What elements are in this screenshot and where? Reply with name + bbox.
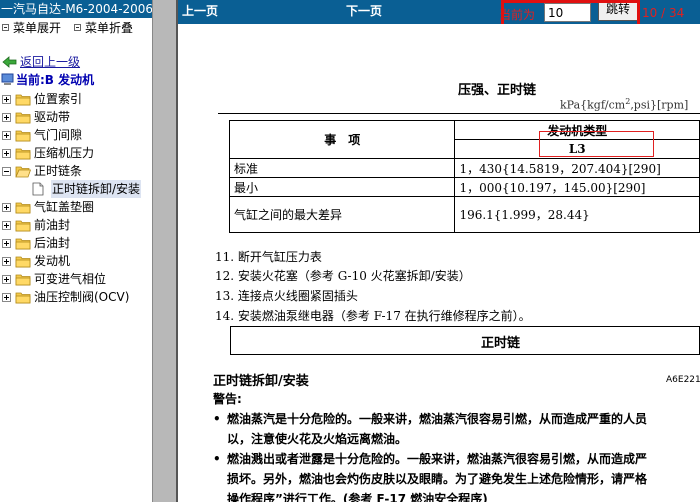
row-label: 标准 [228, 158, 456, 178]
folder-icon [15, 274, 31, 286]
row-value: 1，000{10.197，145.00}[290] [454, 177, 700, 197]
folder-icon [15, 94, 31, 106]
folder-icon [15, 292, 31, 304]
expand-toggle-icon[interactable] [2, 113, 11, 122]
warning-title: 警告: [213, 392, 242, 406]
document-page: 压强、正时链 kPa{kgf/cm2,psi}[rpm] 事 项 发动机类型 L… [178, 24, 700, 502]
folder-icon [15, 238, 31, 250]
tree-item-label: 可变进气相位 [34, 272, 107, 286]
expand-toggle-icon[interactable] [2, 293, 11, 302]
collapse-menu-label: 菜单折叠 [85, 21, 134, 35]
folder-icon [15, 220, 31, 232]
tree-item-label: 油压控制阀(OCV) [34, 290, 130, 304]
pane-title: 一汽马自达-M6-2004-2006 [0, 0, 152, 18]
table-row: 气缸之间的最大差异 196.1{1.999，28.44} [228, 196, 700, 233]
menu-toolbar: 菜单展开 菜单折叠 [0, 19, 152, 37]
collapse-menu-button[interactable]: 菜单折叠 [74, 19, 133, 37]
tree-item-label: 气门间隙 [34, 128, 83, 142]
folder-icon [15, 256, 31, 268]
step-item: 11. 断开气缸压力表 [215, 250, 322, 264]
back-link[interactable]: 返回上一级 [2, 54, 80, 70]
title-rule [218, 113, 700, 114]
step-item: 12. 安装火花塞（参考 G-10 火花塞拆卸/安装） [215, 269, 471, 283]
warning-line: • 燃油蒸汽是十分危险的。一般来讲，燃油蒸汽很容易引燃，从而造成严重的人员 [213, 410, 647, 427]
folder-icon [15, 130, 31, 142]
navigation-pane: 一汽马自达-M6-2004-2006 菜单展开 菜单折叠 返回上一级 当前:B … [0, 0, 152, 502]
expand-menu-button[interactable]: 菜单展开 [2, 19, 61, 37]
collapse-icon [74, 24, 81, 31]
current-section-label: 当前:B 发动机 [16, 73, 95, 87]
warning-line: • 燃油溅出或者泄露是十分危险的。一般来讲，燃油蒸汽很容易引燃，从而造成严 [213, 450, 647, 467]
warning-text: 损坏。另外，燃油也会灼伤皮肤以及眼睛。为了避免发生上述危险情形，请严格 [227, 472, 648, 486]
warning-text: 燃油蒸汽是十分危险的。一般来讲，燃油蒸汽很容易引燃，从而造成严重的人员 [227, 412, 648, 426]
warning-bullet: • [213, 412, 221, 426]
expand-toggle-icon[interactable] [2, 239, 11, 248]
expand-menu-label: 菜单展开 [13, 21, 62, 35]
warning-line: 损坏。另外，燃油也会灼伤皮肤以及眼睛。为了避免发生上述危险情形，请严格 [213, 470, 647, 487]
expand-toggle-icon[interactable] [2, 275, 11, 284]
row-label: 气缸之间的最大差异 [228, 196, 456, 233]
warning-bullet: • [213, 452, 221, 466]
tree-item-label: 正时链拆卸/安装 [51, 180, 142, 198]
step-item: 13. 连接点火线圈紧固插头 [215, 289, 358, 303]
expand-toggle-icon[interactable] [2, 131, 11, 140]
back-link-label: 返回上一级 [20, 55, 81, 69]
page-count: 10 / 34 [642, 6, 685, 20]
folder-icon [15, 112, 31, 124]
computer-icon [1, 73, 14, 85]
pane-splitter[interactable] [152, 0, 178, 502]
expand-toggle-icon[interactable] [2, 257, 11, 266]
folder-open-icon [15, 166, 31, 178]
expand-toggle-icon[interactable] [2, 203, 11, 212]
tree-item-label: 气缸盖垫圈 [34, 200, 95, 214]
tree-item-label: 位置索引 [34, 92, 83, 106]
warning-line: 操作程序”进行工作。(参考 F-17 燃油安全程序) [213, 490, 488, 502]
tree-item-label: 后油封 [34, 236, 71, 250]
expand-toggle-icon[interactable] [2, 221, 11, 230]
section-box: 正时链 [230, 326, 700, 355]
folder-icon [15, 148, 31, 160]
warning-text: 以，注意使火花及火焰远离燃油。 [227, 432, 408, 446]
step-item: 14. 安装燃油泵继电器（参考 F-17 在执行维修程序之前）。 [215, 309, 531, 323]
expand-icon [2, 24, 9, 31]
l3-highlight-box [539, 131, 654, 157]
back-arrow-icon [2, 56, 17, 68]
row-value: 1，430{14.5819，207.404}[290] [454, 158, 700, 178]
units-text-rest: ,psi}[rpm] [630, 98, 689, 112]
warning-line: 以，注意使火花及火焰远离燃油。 [213, 430, 407, 447]
tree-item-label: 正时链条 [34, 164, 83, 178]
collapse-toggle-icon[interactable] [2, 167, 11, 176]
document-title: 压强、正时链 [458, 83, 537, 98]
section-title: 正时链拆卸/安装 [213, 374, 309, 389]
warning-text: 燃油溅出或者泄露是十分危险的。一般来讲，燃油蒸汽很容易引燃，从而造成严 [227, 452, 648, 466]
page-navigation-bar: 上一页 下一页 当前为 跳转 10 / 34 [178, 0, 700, 31]
row-value: 196.1{1.999，28.44} [454, 196, 700, 233]
tree-item-label: 前油封 [34, 218, 71, 232]
tree-item-label: 压缩机压力 [34, 146, 95, 160]
table-row: 标准 1，430{14.5819，207.404}[290] [228, 158, 700, 178]
header-item: 事 项 [228, 120, 456, 159]
next-page-button[interactable]: 下一页 [346, 0, 382, 22]
section-box-title: 正时链 [481, 336, 521, 351]
tree-item-label: 发动机 [34, 254, 71, 268]
previous-page-button[interactable]: 上一页 [182, 0, 218, 22]
units-text: kPa{kgf/cm [560, 98, 626, 112]
tree-item-label: 驱动带 [34, 110, 71, 124]
row-label: 最小 [228, 177, 456, 197]
expand-toggle-icon[interactable] [2, 149, 11, 158]
document-icon [32, 182, 44, 196]
table-row: 最小 1，000{10.197，145.00}[290] [228, 177, 700, 197]
units-label: kPa{kgf/cm2,psi}[rpm] [560, 97, 688, 112]
section-code: A6E2215 [666, 375, 700, 385]
expand-toggle-icon[interactable] [2, 95, 11, 104]
current-section: 当前:B 发动机 [1, 72, 94, 88]
folder-icon [15, 202, 31, 214]
warning-text: 操作程序”进行工作。(参考 F-17 燃油安全程序) [227, 492, 488, 502]
